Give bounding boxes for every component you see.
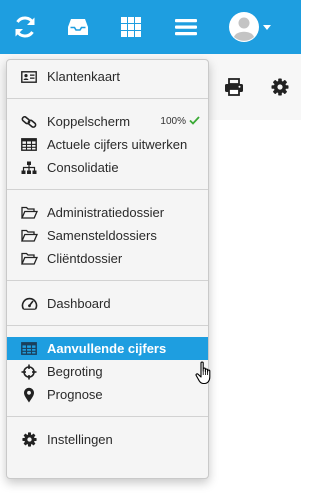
menu-item-dashboard[interactable]: Dashboard bbox=[7, 292, 208, 315]
folder-open-icon bbox=[20, 250, 38, 268]
inbox-icon[interactable] bbox=[63, 0, 93, 54]
menu-item-prognose[interactable]: Prognose bbox=[7, 383, 208, 406]
menu-item-aanvullende-cijfers[interactable]: Aanvullende cijfers bbox=[7, 337, 208, 360]
grid-icon[interactable] bbox=[116, 0, 146, 54]
dashboard-icon bbox=[20, 295, 38, 313]
menu-divider bbox=[7, 189, 208, 190]
progress-value: 100% bbox=[160, 116, 186, 127]
menu-item-label: Koppelscherm bbox=[47, 114, 131, 129]
user-avatar-icon[interactable] bbox=[227, 0, 261, 54]
folder-open-icon bbox=[20, 227, 38, 245]
check-icon bbox=[189, 115, 200, 128]
table-icon bbox=[20, 136, 38, 154]
crosshairs-icon bbox=[20, 363, 38, 381]
dropdown-menu: Klantenkaart Koppelscherm 100% Actuele c… bbox=[6, 59, 209, 479]
menu-item-label: Begroting bbox=[47, 364, 103, 379]
caret-down-icon[interactable] bbox=[262, 0, 272, 54]
menu-item-label: Aanvullende cijfers bbox=[47, 341, 167, 356]
progress-indicator: 100% bbox=[160, 110, 200, 133]
menu-item-koppelscherm[interactable]: Koppelscherm 100% bbox=[7, 110, 208, 133]
table-icon bbox=[20, 340, 38, 358]
top-navbar bbox=[0, 0, 301, 54]
gear-icon bbox=[20, 431, 38, 449]
menu-item-actuele-cijfers[interactable]: Actuele cijfers uitwerken bbox=[7, 133, 208, 156]
menu-divider bbox=[7, 280, 208, 281]
refresh-icon[interactable] bbox=[10, 0, 40, 54]
menu-item-administratiedossier[interactable]: Administratiedossier bbox=[7, 201, 208, 224]
menu-item-label: Prognose bbox=[47, 387, 103, 402]
menu-item-consolidatie[interactable]: Consolidatie bbox=[7, 156, 208, 179]
print-icon[interactable] bbox=[222, 75, 246, 99]
gear-icon[interactable] bbox=[268, 75, 292, 99]
menu-divider bbox=[7, 416, 208, 417]
link-icon bbox=[20, 113, 38, 131]
menu-item-instellingen[interactable]: Instellingen bbox=[7, 428, 208, 451]
menu-item-label: Samensteldossiers bbox=[47, 228, 157, 243]
menu-item-label: Administratiedossier bbox=[47, 205, 165, 220]
menu-item-label: Cliëntdossier bbox=[47, 251, 123, 266]
menu-item-label: Dashboard bbox=[47, 296, 111, 311]
menu-divider bbox=[7, 98, 208, 99]
menu-divider bbox=[7, 325, 208, 326]
sitemap-icon bbox=[20, 159, 38, 177]
id-card-icon bbox=[20, 68, 38, 86]
menu-item-label: Klantenkaart bbox=[47, 69, 120, 84]
menu-item-klantenkaart[interactable]: Klantenkaart bbox=[7, 65, 208, 88]
menu-item-begroting[interactable]: Begroting bbox=[7, 360, 208, 383]
map-marker-icon bbox=[20, 386, 38, 404]
menu-item-samensteldossiers[interactable]: Samensteldossiers bbox=[7, 224, 208, 247]
folder-open-icon bbox=[20, 204, 38, 222]
menu-item-label: Instellingen bbox=[47, 432, 113, 447]
hand-pointer-cursor-icon bbox=[195, 361, 215, 385]
menu-icon[interactable] bbox=[171, 0, 201, 54]
menu-item-label: Consolidatie bbox=[47, 160, 119, 175]
menu-item-clientdossier[interactable]: Cliëntdossier bbox=[7, 247, 208, 270]
menu-item-label: Actuele cijfers uitwerken bbox=[47, 137, 188, 152]
